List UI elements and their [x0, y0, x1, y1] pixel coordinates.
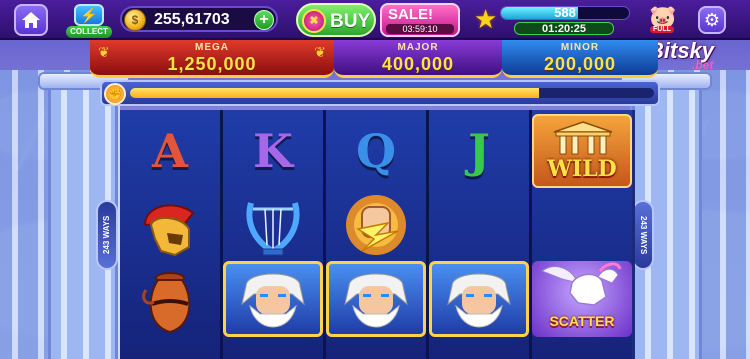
symbol-q-letter: Q	[355, 124, 397, 178]
symbol-wild: WILD	[532, 114, 632, 188]
star-icon: ★	[474, 4, 498, 34]
jackpot-minor-value: 200,000	[543, 54, 617, 74]
helmet-symbol	[120, 190, 220, 264]
symbol-a: A	[120, 114, 220, 188]
buy-button[interactable]: ✖ BUY	[296, 3, 376, 37]
symbol-q: Q	[326, 114, 426, 188]
ways-label-left: 243 WAYS	[96, 200, 118, 270]
empty-cell	[532, 190, 632, 264]
feature-progress-fill	[130, 88, 539, 98]
brand-logo: Bitsky .bet	[648, 38, 748, 74]
symbol-j-letter: J	[468, 124, 490, 178]
temple-icon	[553, 121, 613, 155]
fist-lightning-icon	[346, 195, 406, 255]
jackpot-major-value: 400,000	[381, 54, 455, 74]
zeus-icon	[344, 273, 408, 328]
symbol-k-letter: K	[253, 124, 293, 178]
jackpot-major: MAJOR 400,000	[334, 40, 502, 78]
symbol-k: K	[223, 114, 323, 188]
vase-icon	[142, 272, 191, 334]
ways-label-right: 243 WAYS	[632, 200, 654, 270]
jackpot-minor-name: MINOR	[560, 42, 600, 53]
pegasus-icon	[540, 262, 622, 306]
feature-progress-bar: ✊	[100, 80, 660, 106]
zeus-symbol	[326, 261, 426, 337]
buy-icon: ✖	[302, 9, 326, 33]
home-button[interactable]	[14, 4, 48, 36]
coin-balance: $ 255,61703 +	[120, 6, 278, 32]
symbol-a-letter: A	[152, 124, 188, 178]
jackpot-mega-name: MEGA	[195, 42, 229, 53]
zeus-symbol	[223, 261, 323, 337]
jackpot-minor: MINOR 200,000	[502, 40, 658, 78]
top-bar: ⚡ COLLECT $ 255,61703 + ✖ BUY SALE! 03:5…	[0, 0, 750, 40]
sale-button[interactable]: SALE! 03:59:10	[380, 3, 460, 37]
symbol-j: J	[429, 114, 529, 188]
collect-button[interactable]: ⚡ COLLECT	[66, 4, 112, 38]
level-panel[interactable]: ★ 588 01:20:25	[474, 4, 634, 36]
zeus-symbol	[429, 261, 529, 337]
sale-timer: 03:59:10	[386, 24, 454, 34]
jackpot-major-name: MAJOR	[397, 42, 439, 53]
add-coins-button[interactable]: +	[254, 10, 274, 30]
coin-value: 255,61703	[154, 11, 230, 28]
feature-progress-track	[130, 88, 654, 98]
fist-lightning-symbol	[326, 188, 426, 262]
plus-icon: +	[259, 11, 269, 28]
pegasus-scatter-symbol: SCATTER	[532, 261, 632, 337]
level-value: 588	[554, 5, 576, 20]
zeus-icon	[447, 273, 511, 328]
piggy-full-badge: FULL	[650, 26, 674, 33]
collect-label: COLLECT	[66, 26, 112, 38]
helmet-icon	[143, 204, 195, 257]
buy-label: BUY	[330, 11, 371, 32]
zeus-tile	[429, 261, 529, 337]
jackpot-mega-value: 1,250,000	[167, 54, 257, 74]
coin-icon: $	[124, 9, 146, 31]
wild-tile: WILD	[532, 114, 632, 188]
lyre-symbol	[223, 190, 323, 264]
lyre-icon	[246, 202, 300, 256]
collect-icon: ⚡	[74, 4, 104, 26]
brand-sub: .bet	[692, 58, 714, 72]
jackpot-mega: ❦ ❦ MEGA 1,250,000	[90, 40, 334, 78]
gear-icon: ⚙	[703, 10, 721, 30]
home-icon	[22, 12, 40, 28]
jackpot-progress-icon: ✊	[104, 83, 126, 105]
settings-button[interactable]: ⚙	[698, 6, 726, 34]
empty-cell	[429, 190, 529, 264]
scatter-label: SCATTER	[549, 313, 615, 329]
reel-grid: A K Q J WILD SCATTER	[120, 110, 635, 359]
scatter-tile: SCATTER	[532, 261, 632, 337]
jackpot-banners: ❦ ❦ MEGA 1,250,000 MAJOR 400,000 MINOR 20…	[90, 40, 658, 78]
zeus-tile	[326, 261, 426, 337]
sale-label: SALE!	[388, 6, 433, 23]
wild-label: WILD	[547, 156, 617, 182]
zeus-tile	[223, 261, 323, 337]
level-timer: 01:20:25	[514, 22, 614, 35]
zeus-icon	[241, 273, 305, 328]
vase-symbol	[120, 266, 220, 340]
